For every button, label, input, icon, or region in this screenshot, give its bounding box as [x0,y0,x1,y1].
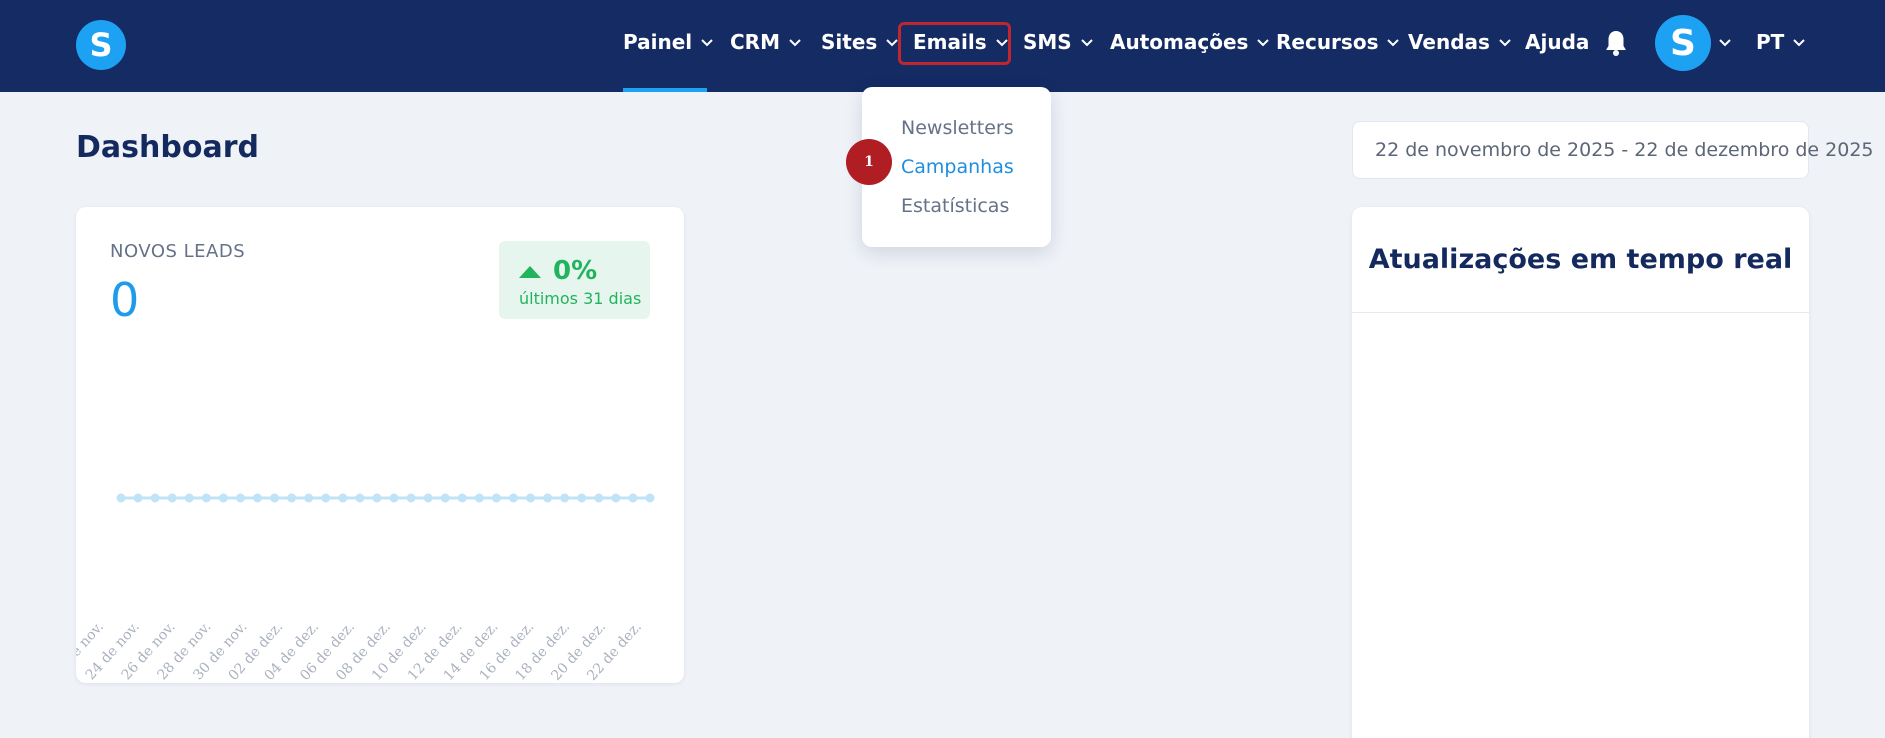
chart-point[interactable] [611,493,621,503]
chevron-down-icon [788,35,802,49]
chevron-down-icon [1080,35,1094,49]
date-range-picker[interactable]: 22 de novembro de 2025 - 22 de dezembro … [1352,121,1874,179]
nav-label: Ajuda [1525,30,1590,54]
nav-label: Painel [623,30,693,54]
language-label: PT [1756,30,1785,54]
menu-item-newsletters[interactable]: Newsletters [901,117,1014,139]
chart-point[interactable] [184,493,194,503]
chart-point[interactable] [133,493,143,503]
avatar[interactable]: S [1655,15,1711,71]
chart-point[interactable] [577,493,587,503]
chart-point[interactable] [645,493,655,503]
chart-point[interactable] [321,493,331,503]
chart-point[interactable] [116,493,126,503]
chart-point[interactable] [372,493,382,503]
chart-point[interactable] [389,493,399,503]
chevron-down-icon [1256,35,1270,49]
chart-point[interactable] [491,493,501,503]
chart-point[interactable] [304,493,314,503]
chart-point[interactable] [167,493,177,503]
avatar-letter: S [1670,22,1696,64]
step-number-badge: 1 [846,139,892,185]
chevron-down-icon [700,35,714,49]
nav-label: Recursos [1276,30,1379,54]
chart-point[interactable] [338,493,348,503]
language-selector[interactable]: PT [1756,28,1806,56]
nav-label: Automações [1110,30,1249,54]
nav-recursos[interactable]: Recursos [1276,28,1400,56]
chevron-down-icon [1386,35,1400,49]
chart-point[interactable] [406,493,416,503]
nav-sites[interactable]: Sites [821,28,899,56]
nav-label: Sites [821,30,878,54]
chart-point[interactable] [560,493,570,503]
nav-sms[interactable]: SMS [1023,28,1094,56]
chart-point[interactable] [235,493,245,503]
realtime-updates-card: Atualizações em tempo real [1352,207,1809,738]
logo-letter: S [89,26,113,64]
chart-point[interactable] [594,493,604,503]
menu-item-estatisticas[interactable]: Estatísticas [901,195,1009,217]
chart-point[interactable] [543,493,553,503]
chart-point[interactable] [150,493,160,503]
nav-vendas[interactable]: Vendas [1408,28,1512,56]
nav-label: CRM [730,30,780,54]
page-title: Dashboard [76,130,259,165]
chart-point[interactable] [270,493,280,503]
chevron-down-icon [1498,35,1512,49]
chevron-down-icon [1792,35,1806,49]
chart-point[interactable] [355,493,365,503]
nav-active-indicator [623,88,707,92]
avatar-menu-toggle[interactable] [1718,28,1732,56]
top-navbar: S Painel CRM Sites Emails SMS Automações… [0,0,1885,92]
chevron-down-icon [1718,35,1732,49]
chart-point[interactable] [218,493,228,503]
nav-label: Emails [913,30,987,54]
chart-point[interactable] [628,493,638,503]
chevron-down-icon [995,35,1009,49]
menu-item-campanhas[interactable]: Campanhas [901,156,1014,178]
app-logo[interactable]: S [76,20,126,70]
realtime-title: Atualizações em tempo real [1352,207,1809,313]
nav-automacoes[interactable]: Automações [1110,28,1270,56]
chart-point[interactable] [201,493,211,503]
chart-point[interactable] [508,493,518,503]
nav-label: Vendas [1408,30,1490,54]
chart-point[interactable] [526,493,536,503]
chart-point[interactable] [253,493,263,503]
nav-crm[interactable]: CRM [730,28,802,56]
new-leads-card: NOVOS LEADS 0 0% últimos 31 dias 22 de n… [76,207,684,683]
nav-label: SMS [1023,30,1072,54]
chart-point[interactable] [457,493,467,503]
chart-point[interactable] [440,493,450,503]
nav-painel[interactable]: Painel [623,28,714,56]
chart-point[interactable] [423,493,433,503]
chart-point[interactable] [474,493,484,503]
chart-point[interactable] [287,493,297,503]
bell-icon[interactable] [1604,29,1628,57]
leads-line-chart: 22 de nov.24 de nov.26 de nov.28 de nov.… [76,493,655,683]
nav-ajuda[interactable]: Ajuda [1525,28,1589,56]
nav-emails[interactable]: Emails [913,28,1009,56]
